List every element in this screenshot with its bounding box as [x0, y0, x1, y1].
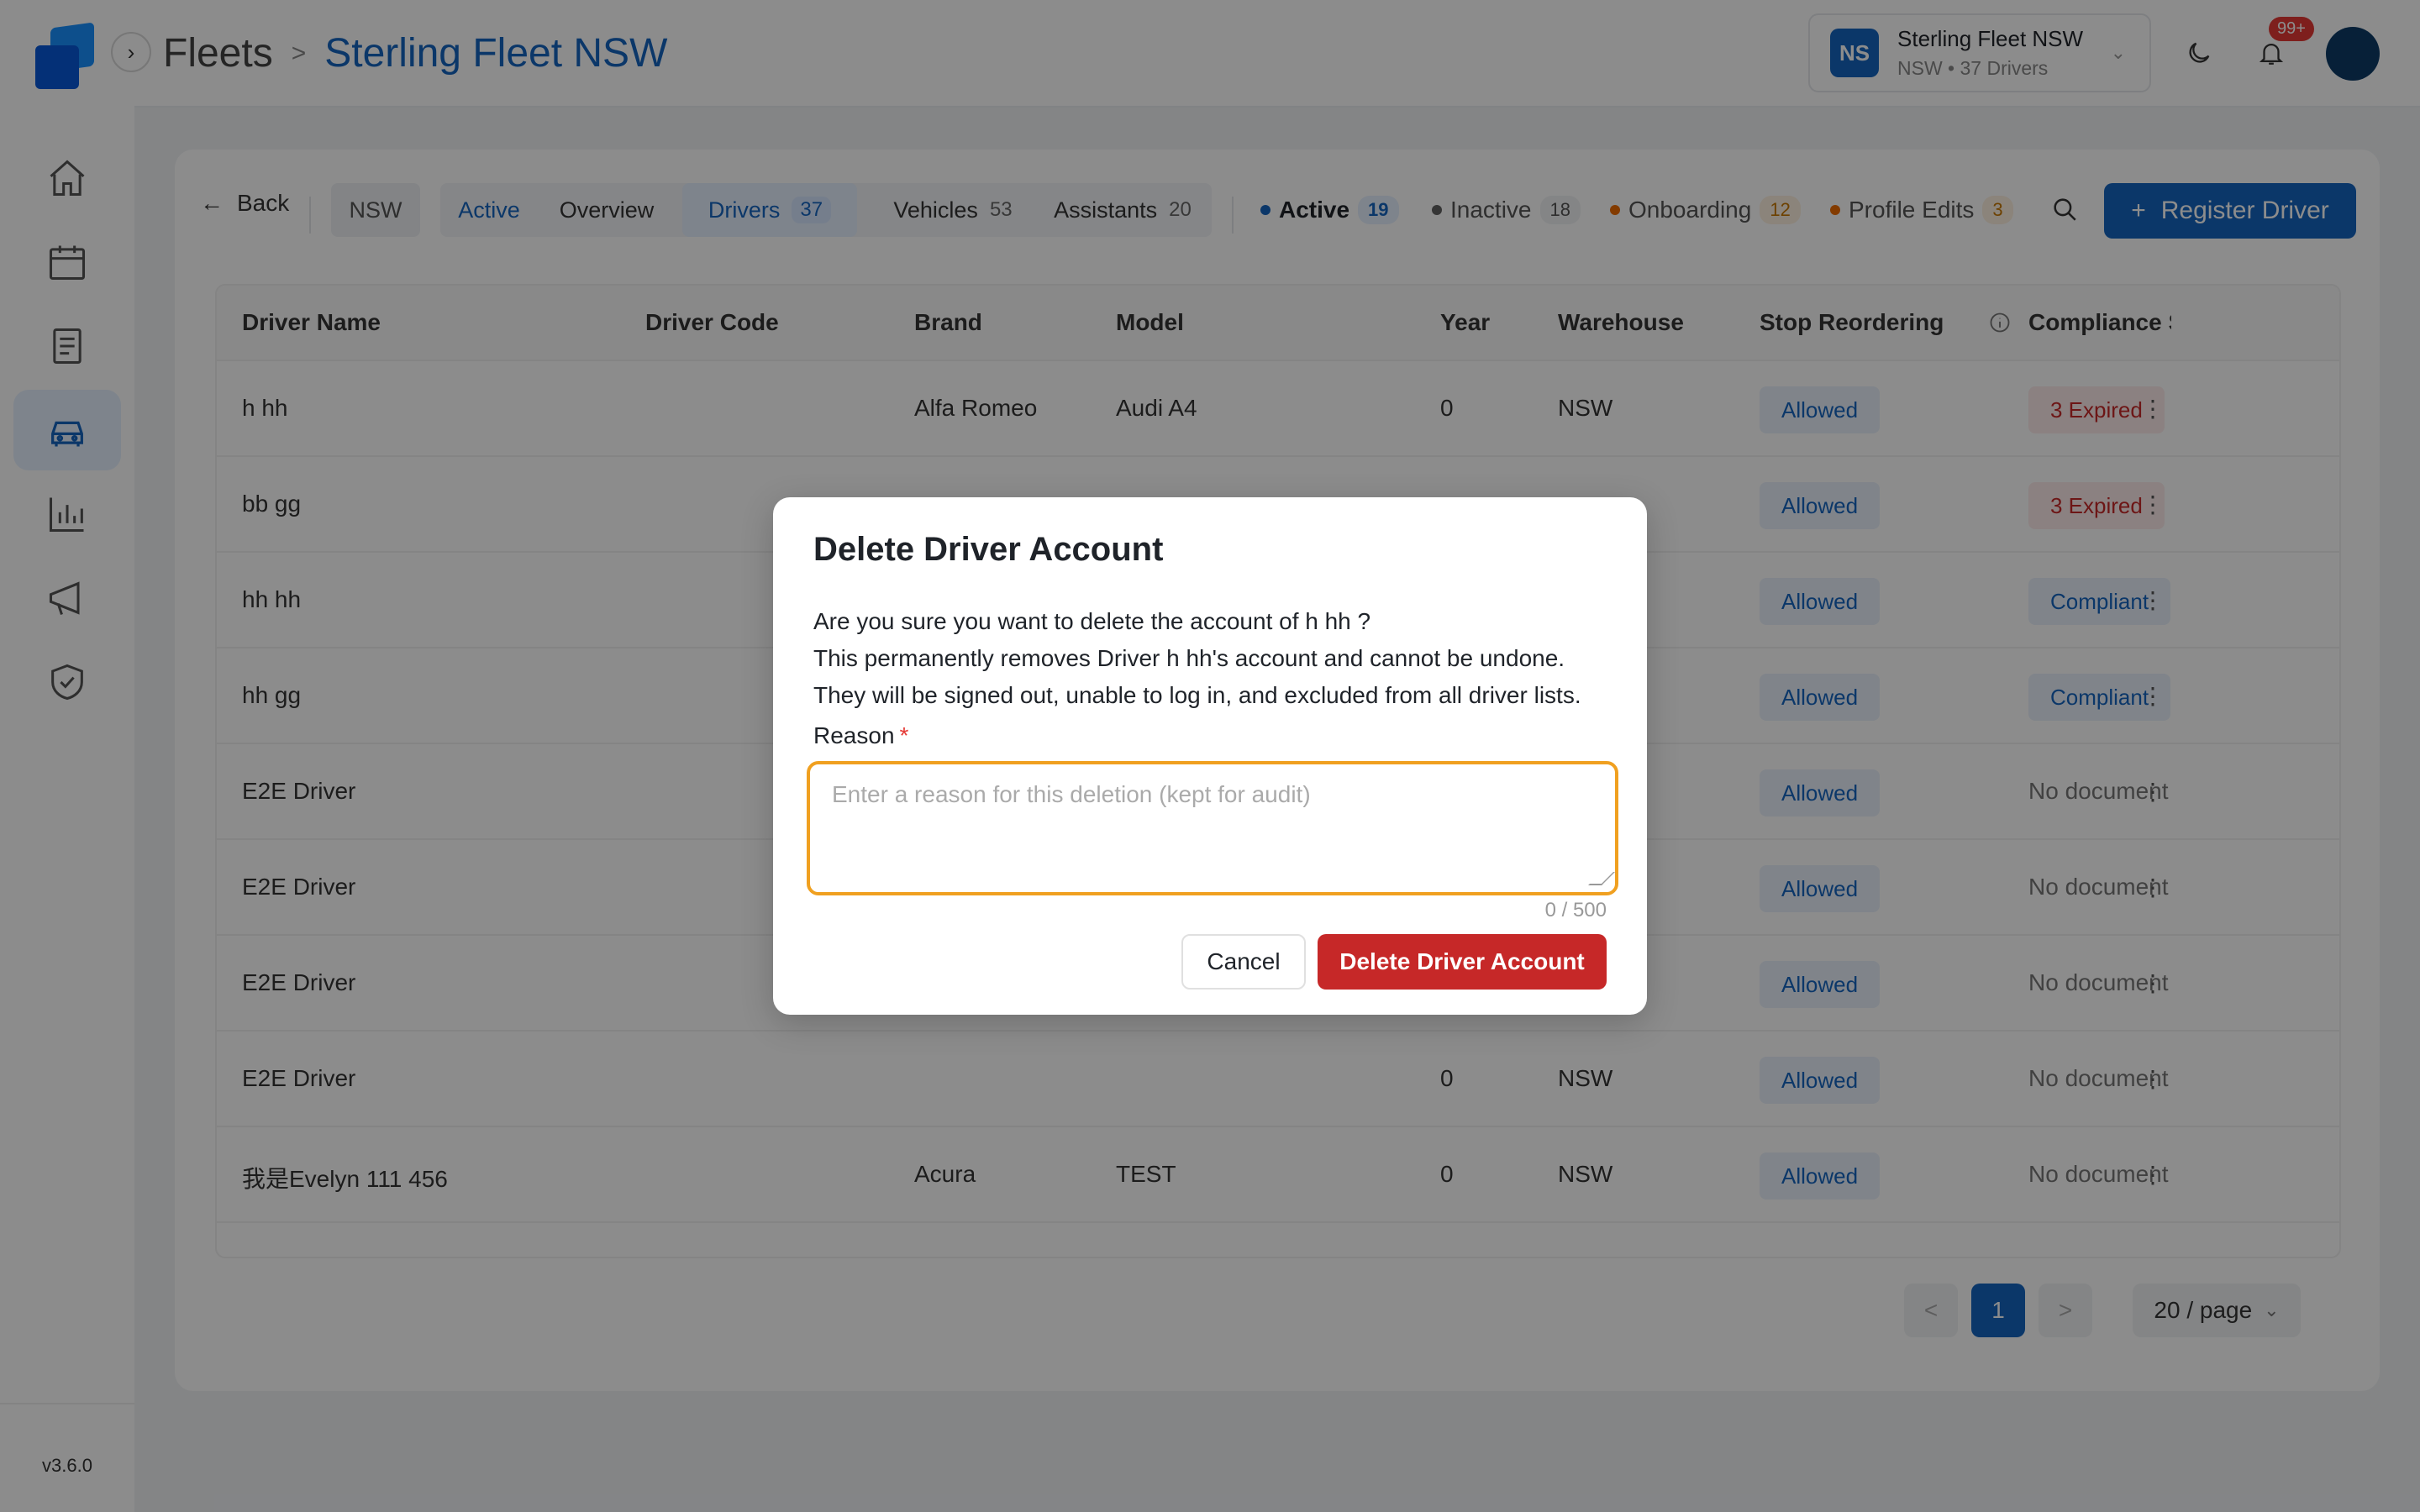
- required-mark: *: [899, 722, 909, 748]
- reason-placeholder: Enter a reason for this deletion (kept f…: [832, 781, 1311, 807]
- cancel-button[interactable]: Cancel: [1181, 934, 1306, 990]
- delete-driver-account-button[interactable]: Delete Driver Account: [1318, 934, 1607, 990]
- dialog-line-2: This permanently removes Driver h hh's a…: [813, 645, 1565, 671]
- dialog-line-1: Are you sure you want to delete the acco…: [813, 608, 1371, 634]
- character-counter: 0 / 500: [1544, 899, 1607, 921]
- reason-textarea[interactable]: Enter a reason for this deletion (kept f…: [807, 761, 1618, 895]
- dialog-title: Delete Driver Account: [813, 531, 1164, 568]
- dialog-line-3: They will be signed out, unable to log i…: [813, 682, 1581, 708]
- reason-label: Reason *: [813, 722, 908, 749]
- dialog-message: Are you sure you want to delete the acco…: [813, 603, 1620, 714]
- resize-handle-icon[interactable]: [1588, 872, 1615, 885]
- reason-label-text: Reason: [813, 722, 895, 748]
- delete-driver-dialog: Delete Driver Account Are you sure you w…: [773, 497, 1647, 1015]
